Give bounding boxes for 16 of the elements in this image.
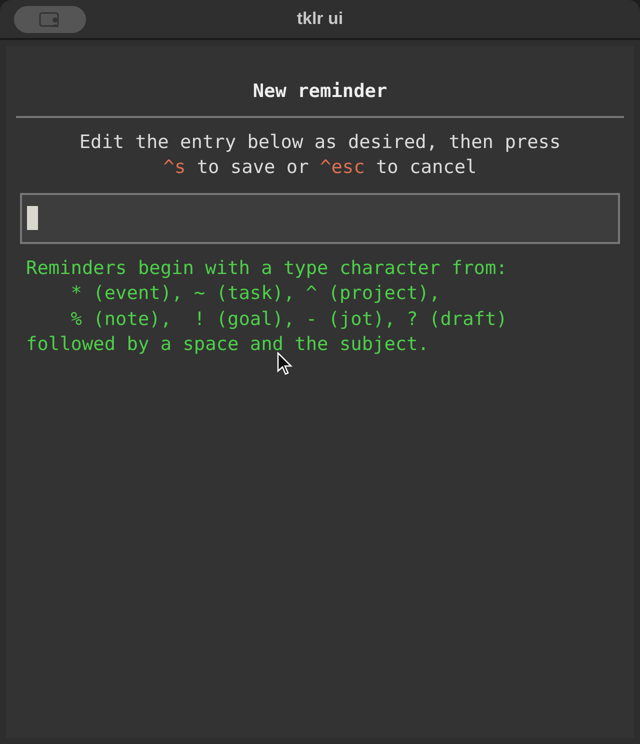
help-text: Reminders begin with a type character from: (26, 256, 508, 281)
shortcut-key: ^s (163, 156, 186, 178)
help-text: * (event), ~ (task), ^ (project), (70, 282, 440, 306)
instruction-text: Edit the entry below as desired, then press (79, 132, 561, 153)
instruction-text: to save or (196, 156, 310, 178)
sidebar-toggle-button[interactable] (14, 6, 86, 33)
shortcut-key: ^esc (320, 156, 365, 178)
mouse-pointer-icon (277, 352, 293, 376)
help-text: followed by a space and the subject. (26, 333, 429, 358)
dialog-title: New reminder (252, 80, 388, 104)
help-text: % (note), ! (goal), - (jot), ? (draft) (70, 308, 508, 332)
window-title: tklr ui (296, 8, 344, 30)
window-icon (39, 12, 61, 28)
instruction-text: to cancel (374, 156, 477, 178)
text-cursor (27, 206, 38, 230)
entry-field[interactable] (20, 192, 620, 244)
